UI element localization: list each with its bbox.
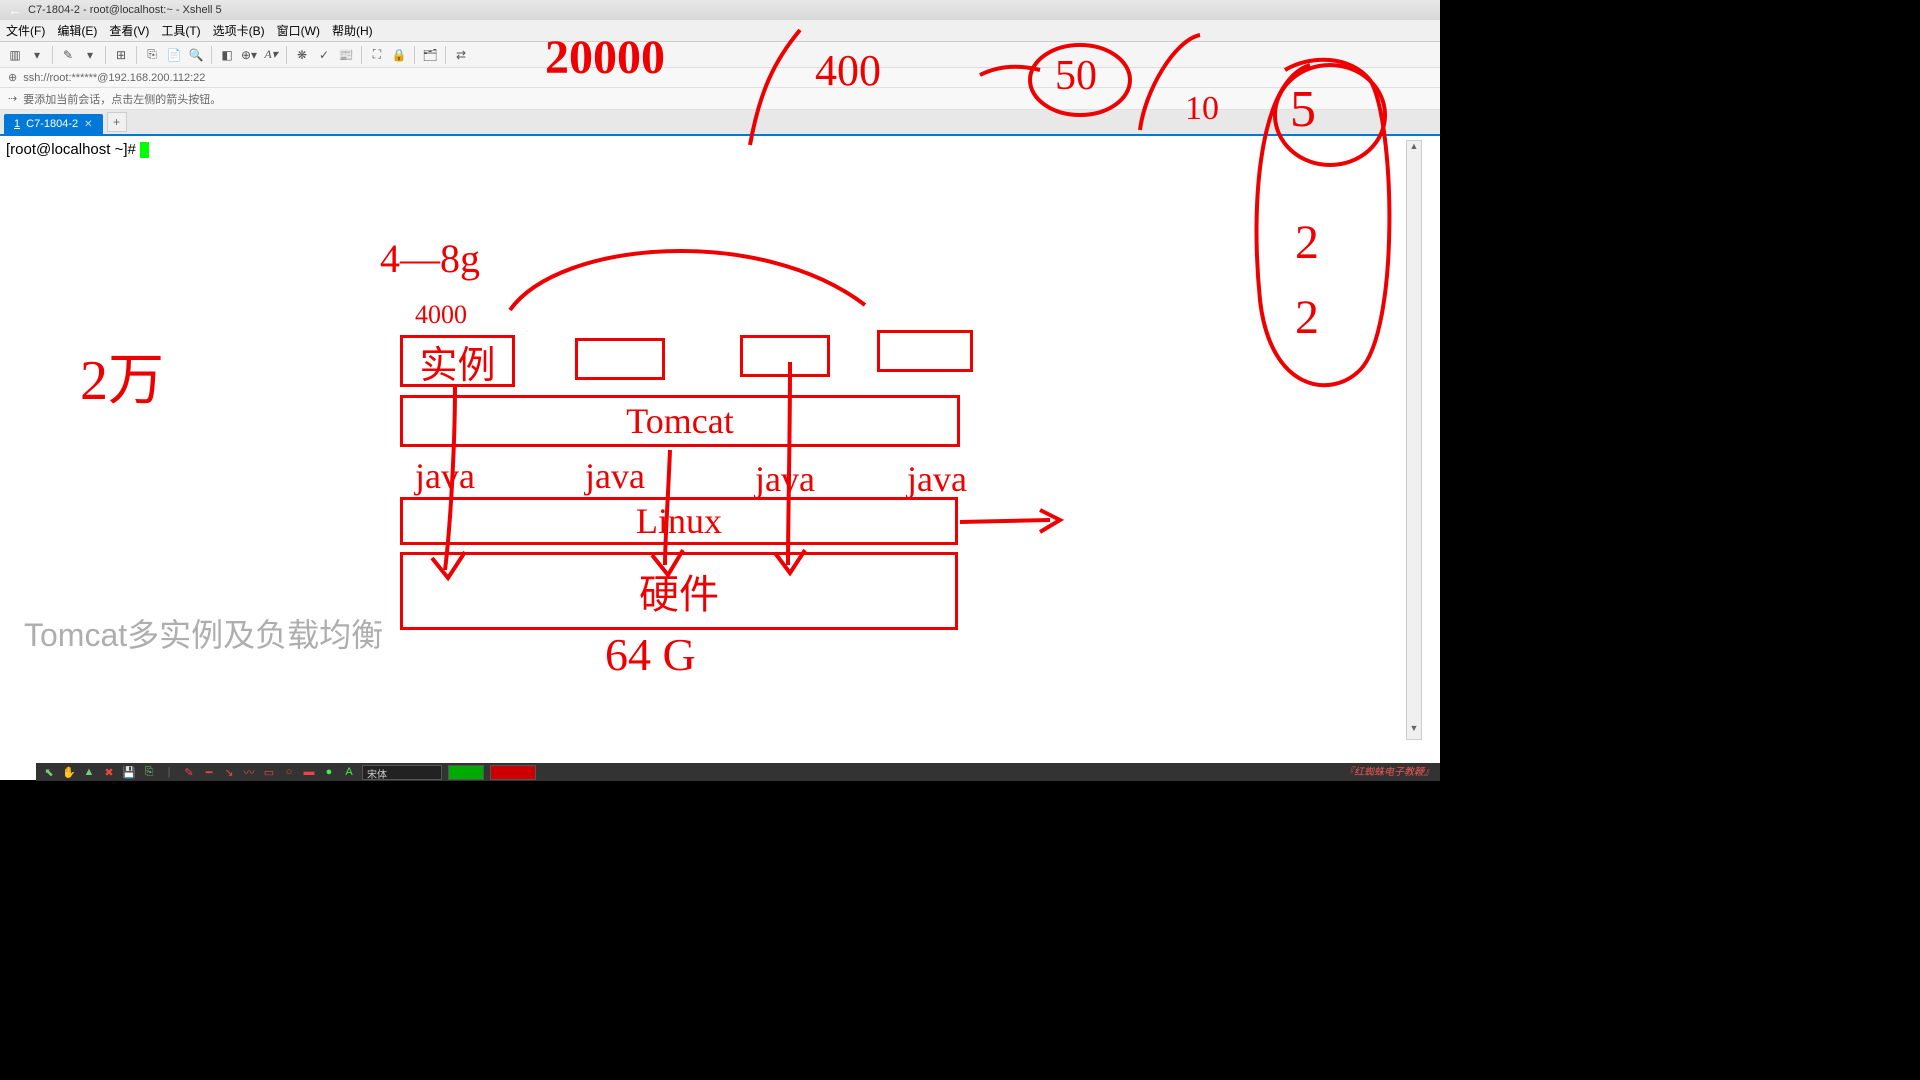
properties-icon[interactable]: ⊞	[112, 46, 130, 64]
find-icon[interactable]: 🔍	[187, 46, 205, 64]
prev-video-button[interactable]: 〈	[2, 510, 32, 570]
palette-copy-icon[interactable]: ⎘	[142, 765, 156, 779]
palette-color2[interactable]	[490, 765, 536, 780]
menubar: 文件(F) 编辑(E) 查看(V) 工具(T) 选项卡(B) 窗口(W) 帮助(…	[0, 20, 1440, 42]
palette-up-icon[interactable]: ▲	[82, 765, 96, 779]
palette-x-icon[interactable]: ✖	[102, 765, 116, 779]
terminal-prompt: [root@localhost ~]#	[6, 141, 140, 158]
new-tab-button[interactable]: +	[107, 112, 127, 132]
palette-text-icon[interactable]: A	[342, 765, 356, 779]
xshell-window: ← C7-1804-2 - root@localhost:~ - Xshell …	[0, 0, 1440, 780]
terminal[interactable]: [root@localhost ~]#	[0, 136, 1440, 736]
hint-text: 要添加当前会话，点击左侧的箭头按钮。	[23, 91, 221, 107]
reconnect-icon[interactable]: ✎	[59, 46, 77, 64]
new-session-icon[interactable]: ▥	[6, 46, 24, 64]
hint-arrow-icon[interactable]: ⇢	[8, 92, 17, 105]
terminal-scrollbar[interactable]: ▲ ▼	[1406, 140, 1422, 740]
copy-icon[interactable]: ⎘	[143, 46, 161, 64]
palette-font-select[interactable]: 宋体	[362, 765, 442, 780]
font-icon[interactable]: A▾	[262, 46, 280, 64]
palette-fillrect-icon[interactable]: ▬	[302, 765, 316, 779]
tab-session[interactable]: 1 C7-1804-2 ✕	[4, 114, 103, 134]
tab-index: 1	[14, 118, 20, 130]
palette-watermark: 『红蜘蛛电子教鞭』	[1344, 763, 1434, 778]
lock-small-icon: ⊕	[8, 71, 17, 84]
menu-tools[interactable]: 工具(T)	[161, 22, 200, 39]
palette-rect-icon[interactable]: ▭	[262, 765, 276, 779]
palette-save-icon[interactable]: 💾	[122, 765, 136, 779]
fullscreen-icon[interactable]: ⛶	[368, 46, 386, 64]
address-url[interactable]: ssh://root:******@192.168.200.112:22	[23, 72, 205, 84]
palette-hand-icon[interactable]: ✋	[62, 765, 76, 779]
menu-tabs[interactable]: 选项卡(B)	[213, 22, 265, 39]
tab-close-icon[interactable]: ✕	[84, 119, 92, 130]
terminal-cursor	[140, 142, 149, 158]
menu-help[interactable]: 帮助(H)	[332, 22, 373, 39]
palette-color1[interactable]	[448, 765, 484, 780]
palette-line-icon[interactable]: ━	[202, 765, 216, 779]
menu-view[interactable]: 查看(V)	[109, 22, 149, 39]
drawing-palette: ⬉ ✋ ▲ ✖ 💾 ⎘ | ✎ ━ ↘ 〰 ▭ ○ ▬ ● A 宋体 『红蜘蛛电…	[36, 763, 1440, 781]
transfer-icon[interactable]: 🗂	[421, 46, 439, 64]
highlight-icon[interactable]: ✓	[315, 46, 333, 64]
palette-pen-icon[interactable]: ✎	[182, 765, 196, 779]
lock-icon[interactable]: 🔒	[390, 46, 408, 64]
tabbar: 1 C7-1804-2 ✕ +	[0, 110, 1440, 136]
palette-filldot-icon[interactable]: ●	[322, 765, 336, 779]
paste-icon[interactable]: 📄	[165, 46, 183, 64]
tab-name: C7-1804-2	[26, 118, 78, 130]
menu-window[interactable]: 窗口(W)	[277, 22, 320, 39]
open-icon[interactable]: ▾	[28, 46, 46, 64]
window-title: C7-1804-2 - root@localhost:~ - Xshell 5	[28, 4, 222, 16]
hintbar: ⇢ 要添加当前会话，点击左侧的箭头按钮。	[0, 88, 1440, 110]
palette-curve-icon[interactable]: 〰	[242, 765, 256, 779]
bold-icon[interactable]: ❋	[293, 46, 311, 64]
titlebar: ← C7-1804-2 - root@localhost:~ - Xshell …	[0, 0, 1440, 20]
palette-cursor-icon[interactable]: ⬉	[42, 765, 56, 779]
script-icon[interactable]: 📰	[337, 46, 355, 64]
menu-file[interactable]: 文件(F)	[6, 22, 45, 39]
palette-circle-icon[interactable]: ○	[282, 765, 296, 779]
menu-edit[interactable]: 编辑(E)	[57, 22, 97, 39]
back-arrow-icon[interactable]: ←	[8, 2, 22, 18]
toolbar: ▥ ▾ ✎ ▾ ⊞ ⎘ 📄 🔍 ◧ ⊕▾ A▾ ❋ ✓ 📰 ⛶ 🔒 🗂 ⇄	[0, 42, 1440, 68]
disconnect-icon[interactable]: ▾	[81, 46, 99, 64]
addressbar: ⊕ ssh://root:******@192.168.200.112:22	[0, 68, 1440, 88]
encoding-icon[interactable]: ⊕▾	[240, 46, 258, 64]
palette-arrow-icon[interactable]: ↘	[222, 765, 236, 779]
color-icon[interactable]: ◧	[218, 46, 236, 64]
tunnel-icon[interactable]: ⇄	[452, 46, 470, 64]
